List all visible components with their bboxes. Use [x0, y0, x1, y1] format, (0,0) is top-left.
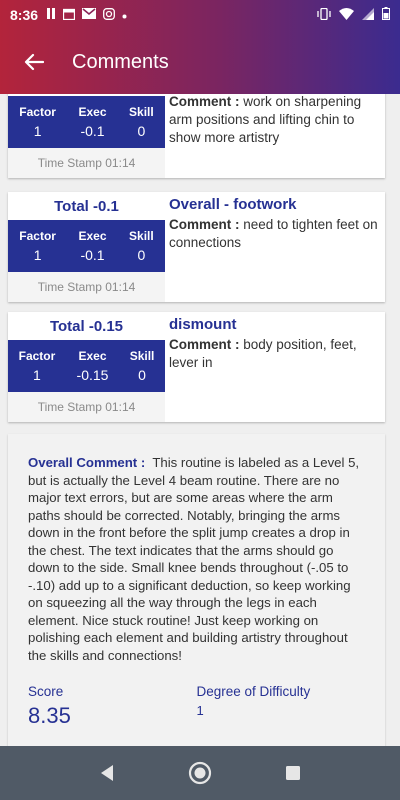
factor-label: Factor	[18, 349, 56, 363]
exec-label: Exec	[78, 349, 107, 363]
comment-card: Total -0.1 Factor 1 Exec -0.1 Skill 0 Time …	[8, 192, 385, 302]
overall-comment: Overall Comment : This routine is labele…	[28, 454, 365, 664]
instagram-icon	[103, 7, 115, 23]
back-button[interactable]	[20, 48, 48, 76]
timestamp[interactable]: Time Stamp 01:14	[8, 148, 165, 178]
comment-label: Comment :	[169, 337, 240, 352]
gmail-icon	[82, 8, 97, 22]
score-label: Score	[28, 684, 64, 699]
status-time: 8:36	[10, 7, 39, 23]
app-bar: Comments	[0, 30, 400, 94]
exec-value: -0.1	[80, 123, 105, 139]
factor-value: 1	[33, 247, 42, 263]
calendar-icon	[62, 8, 76, 23]
exec-label: Exec	[78, 229, 107, 243]
skill-label: Skill	[129, 229, 154, 243]
comment-column: Comment : work on sharpening arm positio…	[165, 94, 385, 178]
notification-icons	[46, 7, 127, 23]
page-title: Comments	[72, 50, 169, 73]
skill-label: Skill	[129, 105, 154, 119]
score-value: 8.35	[28, 703, 71, 728]
nav-home-icon	[188, 761, 212, 785]
timestamp[interactable]: Time Stamp 01:14	[8, 272, 165, 302]
comment-heading: dismount	[169, 316, 237, 333]
comment-card: Factor 1 Exec -0.1 Skill 0 Time Stamp 01:14…	[8, 94, 385, 178]
timestamp[interactable]: Time Stamp 01:14	[8, 392, 165, 422]
skill-value: 0	[137, 247, 146, 263]
comment-text: Comment : body position, feet, lever in	[169, 336, 381, 372]
nav-recents-icon	[286, 766, 301, 780]
nav-home-button[interactable]	[180, 753, 220, 793]
overall-comment-card: Overall Comment : This routine is labele…	[8, 434, 385, 746]
exec-value: -0.1	[80, 247, 105, 263]
skill-label: Skill	[129, 349, 155, 363]
total-label: Total -0.1	[8, 192, 165, 220]
score-column: Factor 1 Exec -0.1 Skill 0 Time Stamp 01:14	[8, 94, 165, 178]
comments-list[interactable]: Factor 1 Exec -0.1 Skill 0 Time Stamp 01:14…	[0, 94, 400, 746]
comment-label: Comment :	[169, 94, 240, 109]
difficulty-stat: Degree of Difficulty 1	[197, 684, 366, 729]
score-box: Factor 1 Exec -0.1 Skill 0	[8, 96, 165, 148]
score-box: Factor 1 Exec -0.1 Skill 0	[8, 220, 165, 272]
nav-back-button[interactable]	[87, 753, 127, 793]
overall-comment-label: Overall Comment :	[28, 455, 146, 470]
comment-heading: Overall - footwork	[169, 196, 297, 213]
factor-value: 1	[33, 367, 41, 383]
factor-value: 1	[33, 123, 42, 139]
comment-column: Overall - footwork Comment : need to tig…	[165, 192, 385, 302]
comment-card: Total -0.15 Factor 1 Exec -0.15 Skill 0 Tim…	[8, 312, 385, 422]
system-icons	[317, 7, 390, 23]
overall-comment-text: This routine is labeled as a Level 5, bu…	[28, 455, 360, 663]
factor-label: Factor	[19, 105, 56, 119]
status-bar: 8:36	[0, 0, 400, 30]
nav-recents-button[interactable]	[273, 753, 313, 793]
skill-value: 0	[138, 367, 146, 383]
pause-icon	[46, 8, 56, 22]
comment-label: Comment :	[169, 217, 240, 232]
nav-back-icon	[100, 765, 113, 781]
vibrate-icon	[317, 7, 331, 23]
score-column: Total -0.1 Factor 1 Exec -0.1 Skill 0 Time …	[8, 192, 165, 302]
factor-label: Factor	[19, 229, 56, 243]
total-label: Total -0.15	[8, 312, 165, 340]
score-stat: Score 8.35	[28, 684, 197, 729]
score-summary: Score 8.35 Degree of Difficulty 1	[28, 684, 365, 729]
score-box: Factor 1 Exec -0.15 Skill 0	[8, 340, 165, 392]
difficulty-label: Degree of Difficulty	[196, 684, 311, 699]
battery-icon	[382, 7, 390, 23]
wifi-icon	[339, 7, 354, 23]
comment-column: dismount Comment : body position, feet, …	[165, 312, 385, 422]
system-nav-bar	[0, 746, 400, 800]
score-column: Total -0.15 Factor 1 Exec -0.15 Skill 0 Tim…	[8, 312, 165, 422]
signal-icon	[362, 7, 374, 23]
back-arrow-icon	[24, 53, 44, 71]
comment-text: Comment : work on sharpening arm positio…	[169, 94, 381, 147]
exec-value: -0.15	[76, 367, 109, 383]
exec-label: Exec	[78, 105, 107, 119]
comment-text: Comment : need to tighten feet on connec…	[169, 216, 381, 252]
dot-icon	[122, 8, 127, 22]
skill-value: 0	[137, 123, 146, 139]
difficulty-value: 1	[196, 703, 204, 718]
